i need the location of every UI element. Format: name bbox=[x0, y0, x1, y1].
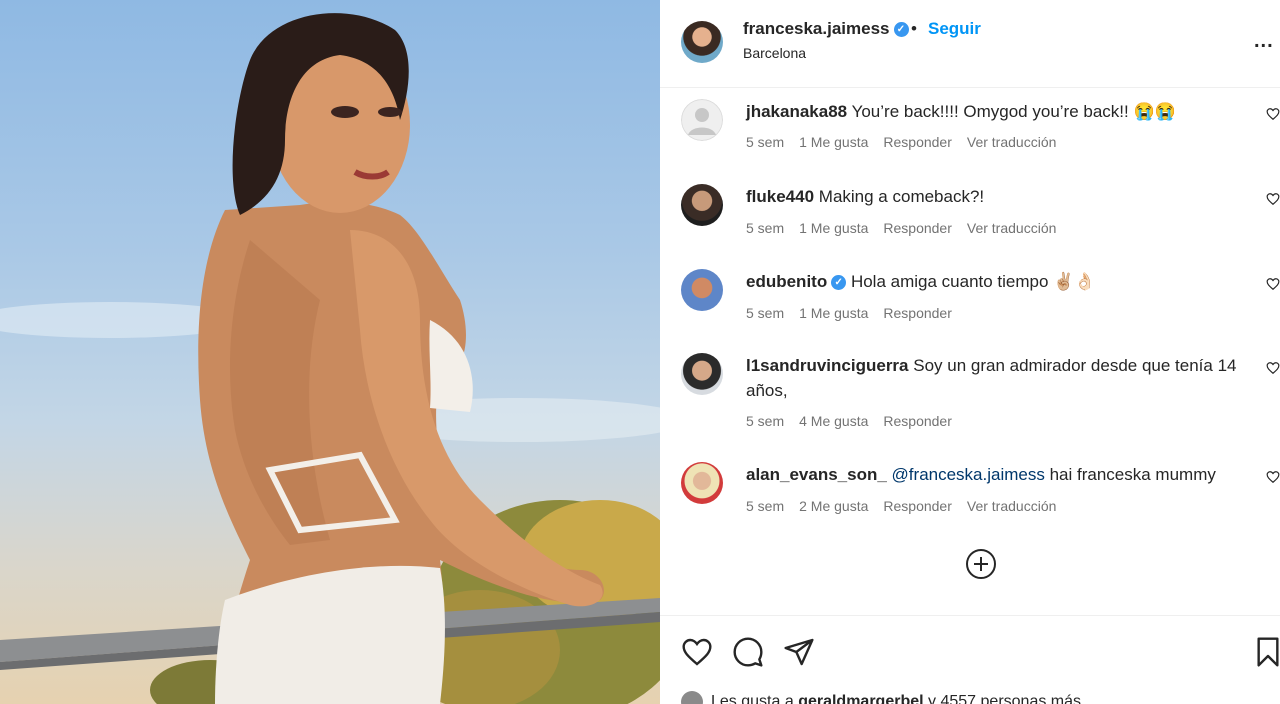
comment-text: jhakanaka88 You’re back!!!! Omygod you’r… bbox=[746, 99, 1246, 124]
post-photo[interactable] bbox=[0, 0, 660, 704]
reply-button[interactable]: Responder bbox=[883, 220, 952, 236]
comment-mention[interactable]: @franceska.jaimess bbox=[892, 465, 1045, 484]
comment-meta: 5 sem 1 Me gusta Responder Ver traducción bbox=[746, 220, 1071, 236]
comment-text: edubenito ✓ Hola amiga cuanto tiempo ✌🏼👌🏻 bbox=[746, 269, 1246, 294]
comment-meta: 5 sem 1 Me gusta Responder Ver traducción bbox=[746, 134, 1071, 150]
comment-meta: 5 sem 2 Me gusta Responder Ver traducción bbox=[746, 498, 1071, 514]
comment-likes[interactable]: 1 Me gusta bbox=[799, 220, 868, 236]
reply-button[interactable]: Responder bbox=[883, 305, 952, 321]
default-avatar-icon bbox=[681, 99, 723, 141]
author-username-text[interactable]: franceska.jaimess bbox=[743, 19, 890, 38]
more-options-icon[interactable]: ... bbox=[1254, 30, 1274, 53]
comment-body: Hola amiga cuanto tiempo ✌🏼👌🏻 bbox=[850, 272, 1096, 291]
likes-suffix[interactable]: y 4557 personas más bbox=[928, 693, 1081, 704]
separator-dot: • bbox=[911, 19, 917, 38]
comment-username[interactable]: jhakanaka88 bbox=[746, 102, 847, 121]
comment-time[interactable]: 5 sem bbox=[746, 413, 784, 429]
comment-meta: 5 sem 4 Me gusta Responder bbox=[746, 413, 967, 429]
photo-illustration bbox=[0, 13, 660, 704]
comment-body: You’re back!!!! Omygod you’re back!! 😭😭 bbox=[851, 102, 1176, 121]
send-icon[interactable] bbox=[783, 636, 815, 668]
comment-time[interactable]: 5 sem bbox=[746, 305, 784, 321]
post-actions-bar: Les gusta a geraldmargerbel y 4557 perso… bbox=[660, 615, 1280, 704]
reply-button[interactable]: Responder bbox=[883, 413, 952, 429]
comment-meta: 5 sem 1 Me gusta Responder bbox=[746, 305, 967, 321]
commenter-avatar[interactable] bbox=[681, 269, 723, 311]
translate-button[interactable]: Ver traducción bbox=[967, 220, 1057, 236]
liker-avatar bbox=[681, 691, 703, 704]
heart-icon[interactable] bbox=[681, 636, 713, 668]
comment-text: fluke440 Making a comeback?! bbox=[746, 184, 1246, 209]
bookmark-icon[interactable] bbox=[1252, 636, 1280, 668]
commenter-avatar[interactable] bbox=[681, 462, 723, 504]
comment-time[interactable]: 5 sem bbox=[746, 220, 784, 236]
verified-badge-icon: ✓ bbox=[831, 275, 847, 291]
comment-username[interactable]: l1sandruvinciguerra bbox=[746, 356, 909, 375]
post-details-panel: franceska.jaimess ✓ • Seguir Barcelona ..… bbox=[660, 0, 1280, 704]
likes-prefix: Les gusta a bbox=[711, 693, 794, 704]
comment-like-heart-icon[interactable] bbox=[1266, 470, 1280, 484]
reply-button[interactable]: Responder bbox=[883, 498, 952, 514]
liker-username[interactable]: geraldmargerbel bbox=[798, 693, 923, 704]
author-username[interactable]: franceska.jaimess ✓ bbox=[743, 19, 909, 39]
comment-time[interactable]: 5 sem bbox=[746, 498, 784, 514]
comment-like-heart-icon[interactable] bbox=[1266, 107, 1280, 121]
comment-likes[interactable]: 2 Me gusta bbox=[799, 498, 868, 514]
author-avatar[interactable] bbox=[681, 21, 723, 63]
comment-like-heart-icon[interactable] bbox=[1266, 361, 1280, 375]
post-header: franceska.jaimess ✓ • Seguir Barcelona ..… bbox=[660, 0, 1280, 88]
reply-button[interactable]: Responder bbox=[883, 134, 952, 150]
comment-like-heart-icon[interactable] bbox=[1266, 192, 1280, 206]
comment-likes[interactable]: 1 Me gusta bbox=[799, 134, 868, 150]
verified-badge-icon: ✓ bbox=[893, 22, 909, 38]
comment-text: alan_evans_son_ @franceska.jaimess hai f… bbox=[746, 462, 1246, 487]
comment-icon[interactable] bbox=[732, 636, 764, 668]
translate-button[interactable]: Ver traducción bbox=[967, 498, 1057, 514]
load-more-comments-plus-icon[interactable] bbox=[965, 548, 997, 580]
comment-time[interactable]: 5 sem bbox=[746, 134, 784, 150]
comment-body: hai franceska mummy bbox=[1049, 465, 1216, 484]
commenter-avatar[interactable] bbox=[681, 353, 723, 395]
comment-username[interactable]: fluke440 bbox=[746, 187, 814, 206]
comment-text: l1sandruvinciguerra Soy un gran admirado… bbox=[746, 353, 1246, 403]
post-location[interactable]: Barcelona bbox=[743, 45, 806, 61]
comment-likes[interactable]: 4 Me gusta bbox=[799, 413, 868, 429]
comment-likes[interactable]: 1 Me gusta bbox=[799, 305, 868, 321]
commenter-avatar[interactable] bbox=[681, 99, 723, 141]
comment-body: Making a comeback?! bbox=[818, 187, 985, 206]
comment-username[interactable]: alan_evans_son_ bbox=[746, 465, 887, 484]
likes-summary[interactable]: Les gusta a geraldmargerbel y 4557 perso… bbox=[681, 691, 1081, 704]
comment-username[interactable]: edubenito bbox=[746, 272, 827, 291]
commenter-avatar[interactable] bbox=[681, 184, 723, 226]
follow-button[interactable]: Seguir bbox=[928, 19, 981, 39]
translate-button[interactable]: Ver traducción bbox=[967, 134, 1057, 150]
comment-like-heart-icon[interactable] bbox=[1266, 277, 1280, 291]
